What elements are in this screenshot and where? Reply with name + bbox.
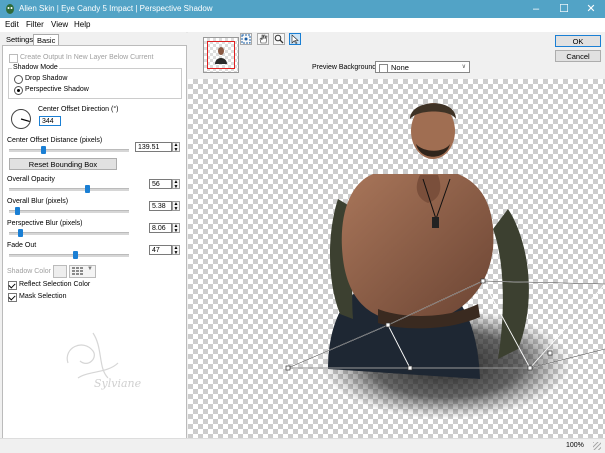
settings-panel: Settings Basic Create Output In New Laye… [0, 32, 187, 439]
menu-view[interactable]: View [51, 20, 68, 29]
center-offset-distance-field[interactable]: 139.51 [135, 142, 172, 152]
cancel-button[interactable]: Cancel [555, 50, 601, 62]
create-output-label: Create Output In New Layer Below Current [20, 54, 154, 61]
resize-grip-icon[interactable] [593, 442, 601, 450]
basic-tab-page: Create Output In New Layer Below Current… [2, 45, 187, 439]
center-offset-distance-label: Center Offset Distance (pixels) [7, 137, 103, 144]
thumbnail-figure-icon [215, 47, 227, 64]
overall-opacity-spinner[interactable]: ▲ ▼ [172, 179, 180, 190]
color-grid-dropdown[interactable]: ▼ [69, 265, 96, 278]
perspective-blur-field[interactable]: 8.06 [149, 223, 172, 233]
fade-out-slider[interactable] [73, 251, 78, 259]
center-offset-distance-track [9, 149, 129, 152]
perspective-blur-spinner[interactable]: ▲ ▼ [172, 223, 180, 234]
overall-opacity-field[interactable]: 56 [149, 179, 172, 189]
shadow-color-swatch[interactable] [53, 265, 67, 278]
window-title: Alien Skin | Eye Candy 5 Impact | Perspe… [19, 4, 213, 13]
pointer-tool-icon[interactable] [289, 33, 301, 45]
drop-shadow-radio[interactable] [14, 75, 23, 84]
alien-skin-app-icon [6, 4, 14, 14]
shadow-mode-group [8, 68, 182, 99]
move-bounding-icon[interactable] [240, 33, 252, 45]
overall-blur-track [9, 210, 129, 213]
overall-opacity-label: Overall Opacity [7, 176, 55, 183]
overall-opacity-track [9, 188, 129, 191]
menu-bar: Edit Filter View Help [0, 18, 605, 33]
center-offset-direction-field[interactable]: 344 [39, 116, 61, 126]
hand-tool-icon[interactable] [257, 33, 269, 45]
center-offset-distance-slider[interactable] [41, 146, 46, 154]
fade-out-spinner[interactable]: ▲ ▼ [172, 245, 180, 256]
menu-edit[interactable]: Edit [5, 20, 19, 29]
overall-blur-spinner[interactable]: ▲ ▼ [172, 201, 180, 212]
close-button[interactable]: ✕ [577, 0, 605, 18]
status-bar: 100% [0, 438, 605, 453]
minimize-button[interactable]: – [522, 0, 550, 18]
create-output-checkbox[interactable] [9, 54, 18, 63]
overall-blur-slider[interactable] [15, 207, 20, 215]
fade-out-field[interactable]: 47 [149, 245, 172, 255]
fade-out-label: Fade Out [7, 242, 37, 249]
shadow-color-label: Shadow Color [7, 268, 51, 275]
perspective-shadow-radio[interactable] [14, 86, 23, 95]
preview-scene [285, 103, 605, 419]
background-none-swatch-icon [379, 64, 388, 73]
drop-shadow-label: Drop Shadow [25, 75, 68, 82]
zoom-tool-icon[interactable] [273, 33, 285, 45]
title-bar: Alien Skin | Eye Candy 5 Impact | Perspe… [0, 0, 605, 18]
fade-out-track [9, 254, 129, 257]
mask-selection-label: Mask Selection [19, 293, 67, 300]
mask-selection-checkbox[interactable] [8, 293, 17, 302]
reset-bounding-box-button[interactable]: Reset Bounding Box [9, 158, 117, 170]
tab-settings[interactable]: Settings [3, 34, 36, 45]
maximize-button[interactable]: ☐ [550, 0, 578, 18]
preview-background-value: None [391, 63, 409, 72]
perspective-blur-label: Perspective Blur (pixels) [7, 220, 83, 227]
reflect-selection-color-label: Reflect Selection Color [19, 281, 91, 288]
zoom-level: 100% [566, 442, 584, 449]
overall-blur-field[interactable]: 5.38 [149, 201, 172, 211]
center-offset-distance-spinner[interactable]: ▲ ▼ [172, 142, 180, 153]
menu-help[interactable]: Help [74, 20, 90, 29]
watermark-text: Sylviane [94, 377, 142, 390]
perspective-shadow-label: Perspective Shadow [25, 86, 89, 93]
preview-background-select[interactable]: None ∨ [375, 61, 470, 73]
preview-canvas[interactable] [188, 79, 605, 438]
ok-button[interactable]: OK [555, 35, 601, 47]
navigator-thumbnail[interactable] [203, 37, 239, 73]
chevron-down-icon: ▼ [87, 266, 93, 272]
overall-blur-label: Overall Blur (pixels) [7, 198, 69, 205]
reflect-selection-color-checkbox[interactable] [8, 281, 17, 290]
menu-filter[interactable]: Filter [26, 20, 44, 29]
navigator-viewport-frame[interactable] [207, 41, 235, 69]
perspective-blur-track [9, 232, 129, 235]
direction-dial[interactable] [10, 108, 32, 130]
perspective-blur-slider[interactable] [18, 229, 23, 237]
chevron-down-icon: ∨ [461, 64, 466, 70]
overall-opacity-slider[interactable] [85, 185, 90, 193]
color-grid-icon [72, 267, 83, 275]
center-offset-direction-label: Center Offset Direction (°) [38, 106, 119, 113]
sylviane-watermark-logo: Sylviane [66, 332, 142, 390]
shadow-mode-title: Shadow Mode [12, 64, 59, 71]
preview-background-label: Preview Background: [312, 64, 379, 71]
